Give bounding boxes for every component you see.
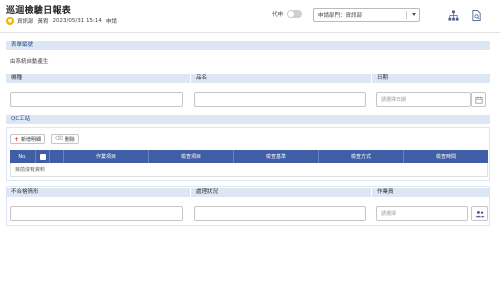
calendar-icon[interactable] <box>471 92 486 107</box>
add-detail-label: 新增明細 <box>21 136 42 143</box>
avatar: ● <box>6 17 14 25</box>
date-placeholder: 請選擇日期 <box>381 97 407 103</box>
department-select[interactable]: 申請部門：資訊部 <box>313 8 420 22</box>
nonconformity-label: 不合格情形 <box>6 188 190 197</box>
delete-label: 刪除 <box>64 136 75 143</box>
column-header-no[interactable]: No. <box>10 150 36 163</box>
product-input[interactable] <box>194 92 366 107</box>
applicant-datetime: 2023/05/31 15:14 <box>52 18 102 24</box>
page: 巡迴檢驗日報表 ● 資訊部 黃宥 2023/05/31 15:14 申請 代申 … <box>0 0 500 281</box>
date-input[interactable]: 請選擇日期 <box>376 92 471 107</box>
applicant-dept: 資訊部 <box>17 19 34 25</box>
product-label: 品名 <box>191 74 371 83</box>
form-number-value: 由系統自動產生 <box>10 59 49 65</box>
column-header-inspect-standard[interactable]: 檢查基準 <box>234 150 319 163</box>
form-number-label: 表單編號 <box>6 41 490 50</box>
header-divider <box>0 32 500 33</box>
column-header-inspect-method[interactable]: 檢查方式 <box>319 150 404 163</box>
select-all-checkbox-cell[interactable] <box>36 150 50 163</box>
select-divider <box>406 11 407 19</box>
file-search-icon[interactable] <box>470 9 482 21</box>
applicant-name: 黃宥 <box>37 19 49 25</box>
qc-grid-empty-row: 目前沒有資料 <box>10 163 488 177</box>
handling-status-input[interactable] <box>194 206 366 221</box>
operator-label: 作業員 <box>372 188 490 197</box>
date-label: 日期 <box>372 74 490 83</box>
operator-placeholder: 請選擇 <box>381 211 397 217</box>
chevron-down-icon <box>412 13 416 16</box>
proxy-toggle[interactable] <box>287 10 303 18</box>
machine-label: 機種 <box>6 74 190 83</box>
delete-button[interactable]: ⌫ 刪除 <box>51 134 79 144</box>
plus-icon: + <box>14 135 20 143</box>
applicant-info: ● 資訊部 黃宥 2023/05/31 15:14 申請 <box>6 16 121 26</box>
machine-input[interactable] <box>10 92 183 107</box>
sitemap-icon[interactable] <box>447 9 459 21</box>
department-select-value: 申請部門：資訊部 <box>318 13 363 19</box>
add-detail-button[interactable]: + 新增明細 <box>10 134 46 144</box>
applicant-status: 申請 <box>105 19 117 25</box>
select-all-checkbox[interactable] <box>39 153 46 160</box>
qc-grid-header: No. 作業項目 檢查項目 檢查基準 檢查方式 檢查時間 <box>10 150 488 163</box>
page-title: 巡迴檢驗日報表 <box>6 6 72 16</box>
proxy-toggle-group: 代申 <box>272 10 303 18</box>
column-header-inspect-time[interactable]: 檢查時間 <box>404 150 488 163</box>
trash-icon: ⌫ <box>55 136 63 142</box>
operator-input[interactable]: 請選擇 <box>376 206 468 221</box>
proxy-toggle-label: 代申 <box>272 12 284 18</box>
nonconformity-input[interactable] <box>10 206 183 221</box>
qc-station-label: QC工站 <box>6 115 490 124</box>
column-header-task[interactable]: 作業項目 <box>64 150 149 163</box>
column-header-blank <box>50 150 64 163</box>
handling-status-label: 處理狀況 <box>191 188 371 197</box>
user-group-icon[interactable] <box>471 206 488 221</box>
column-header-inspect-item[interactable]: 檢查項目 <box>149 150 234 163</box>
